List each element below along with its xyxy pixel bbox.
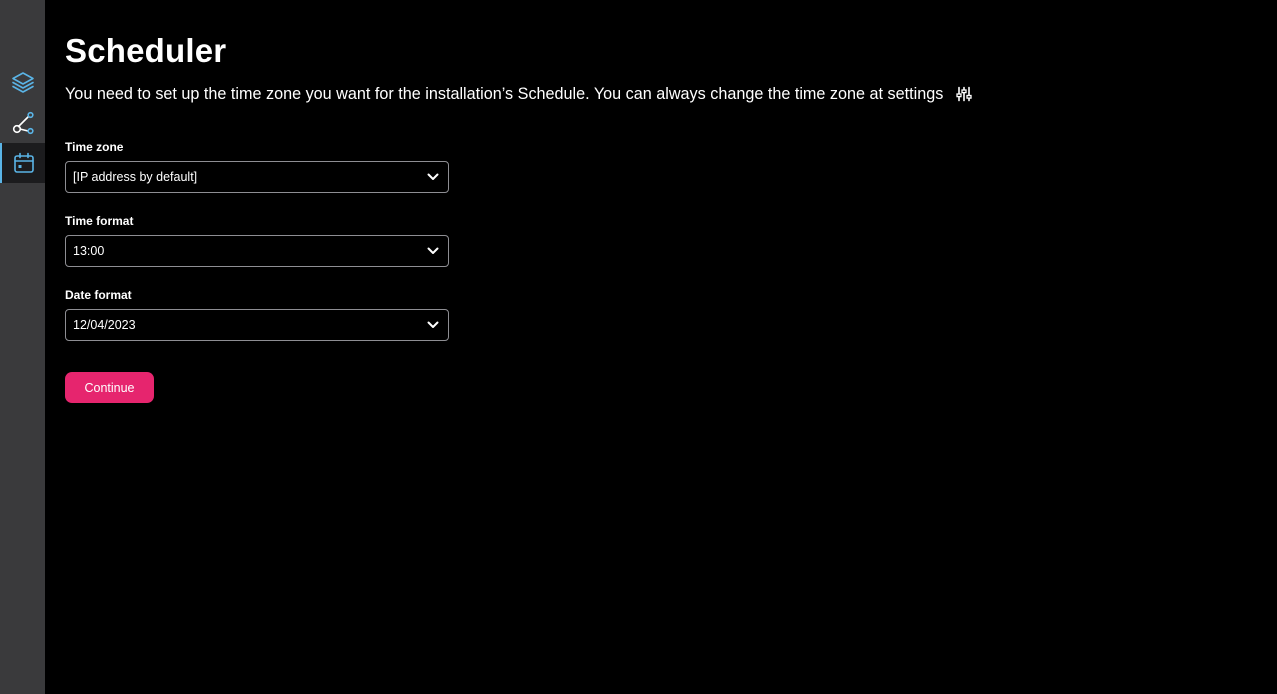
sidebar-item-scheduler[interactable] [0,143,45,183]
workflow-nodes-icon [11,111,35,135]
sidebar-item-layers[interactable] [0,62,45,102]
page-title: Scheduler [65,32,227,69]
time-zone-value: [IP address by default] [73,170,198,184]
time-format-value: 13:00 [73,244,105,258]
chevron-down-icon [427,247,439,254]
intro-text: You need to set up the time zone you wan… [65,85,944,103]
layers-icon [11,70,35,94]
time-format-select[interactable]: 13:00 [65,235,449,267]
time-zone-field: Time zone [IP address by default] [65,140,449,193]
date-format-value: 12/04/2023 [73,318,136,332]
time-format-field: Time format 13:00 [65,214,449,267]
main-content: Scheduler You need to set up the time zo… [65,0,1277,694]
sliders-icon[interactable] [956,86,972,102]
chevron-down-icon [427,173,439,180]
scheduler-app: Scheduler You need to set up the time zo… [0,0,1277,694]
time-format-label: Time format [65,214,134,228]
date-format-label: Date format [65,288,132,302]
sidebar [0,0,45,694]
date-format-field: Date format 12/04/2023 [65,288,449,341]
chevron-down-icon [427,321,439,328]
intro-text-row: You need to set up the time zone you wan… [65,84,972,104]
continue-button[interactable]: Continue [65,372,154,403]
sidebar-item-workflow[interactable] [0,103,45,143]
date-format-select[interactable]: 12/04/2023 [65,309,449,341]
calendar-icon [13,152,35,174]
time-zone-label: Time zone [65,140,124,154]
time-zone-select[interactable]: [IP address by default] [65,161,449,193]
